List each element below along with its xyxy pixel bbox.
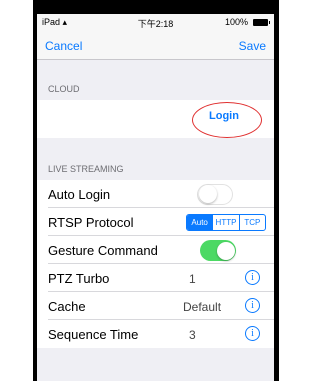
gesture-command-toggle[interactable] [200, 240, 236, 261]
rtsp-option-http[interactable]: HTTP [212, 215, 238, 230]
live-section-header: LIVE STREAMING [37, 138, 274, 180]
ptz-turbo-row: PTZ Turbo 1 i [37, 264, 274, 292]
ptz-turbo-label: PTZ Turbo [48, 271, 110, 286]
cache-label: Cache [48, 299, 86, 314]
nav-bar: Cancel Save [37, 30, 274, 60]
auto-login-row: Auto Login [37, 180, 274, 208]
status-bar: iPad ▴ 下午2:18 100% [37, 14, 274, 30]
battery-icon [253, 19, 270, 26]
rtsp-protocol-row: RTSP Protocol Auto HTTP TCP [37, 208, 274, 236]
gesture-command-label: Gesture Command [48, 243, 158, 258]
rtsp-option-auto[interactable]: Auto [187, 215, 213, 230]
rtsp-protocol-label: RTSP Protocol [48, 215, 134, 230]
info-icon[interactable]: i [245, 298, 260, 313]
settings-screen: iPad ▴ 下午2:18 100% Cancel Save CLOUD Log… [37, 14, 274, 381]
gesture-command-row: Gesture Command [37, 236, 274, 264]
live-header-label: LIVE STREAMING [48, 164, 124, 174]
cancel-button[interactable]: Cancel [45, 39, 82, 53]
toggle-knob [217, 241, 235, 260]
ptz-turbo-value: 1 [189, 272, 196, 286]
auto-login-label: Auto Login [48, 187, 111, 202]
save-button[interactable]: Save [239, 39, 266, 53]
info-icon[interactable]: i [245, 270, 260, 285]
battery-percent: 100% [224, 17, 248, 27]
sequence-time-row: Sequence Time 3 i [37, 320, 274, 348]
toggle-knob [199, 185, 217, 203]
cloud-section-header: CLOUD [37, 60, 274, 100]
cache-row: Cache Default i [37, 292, 274, 320]
rtsp-option-tcp[interactable]: TCP [238, 215, 265, 230]
rtsp-segmented-control: Auto HTTP TCP [186, 214, 266, 231]
cloud-login-row: Login [37, 100, 274, 138]
sequence-time-value: 3 [189, 328, 196, 342]
auto-login-toggle[interactable] [197, 184, 233, 205]
highlight-circle [192, 102, 262, 138]
cloud-header-label: CLOUD [48, 84, 80, 94]
cache-value: Default [183, 300, 222, 314]
info-icon[interactable]: i [245, 326, 260, 341]
sequence-time-label: Sequence Time [48, 327, 139, 342]
